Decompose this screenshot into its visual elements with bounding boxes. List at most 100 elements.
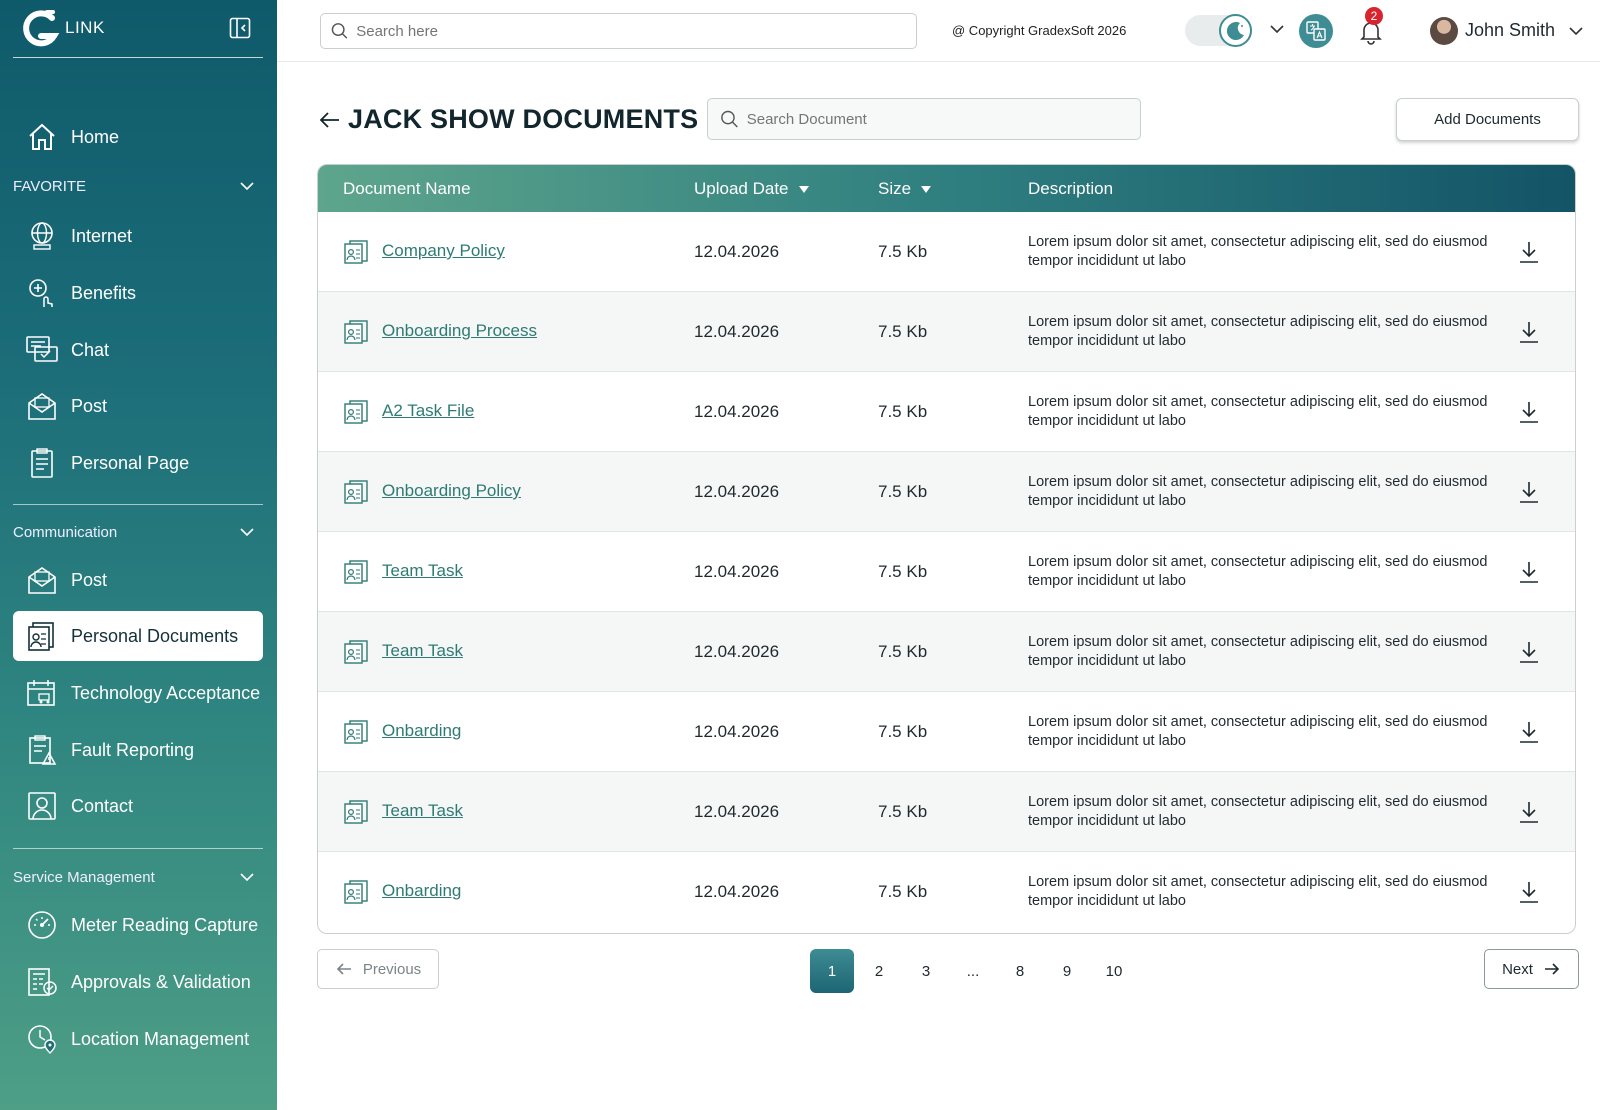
document-file-icon [343,559,369,585]
section-communication[interactable]: Communication [13,520,263,544]
document-name-link[interactable]: Onboarding Process [382,321,537,341]
description: Lorem ipsum dolor sit amet, consectetur … [1028,794,1488,829]
user-name[interactable]: John Smith [1465,20,1555,41]
document-search[interactable] [707,98,1141,140]
page-number-button[interactable]: 9 [1045,949,1089,993]
search-icon [721,110,738,128]
download-icon[interactable] [1517,399,1541,425]
upload-date: 12.04.2026 [694,882,780,901]
page-number-button[interactable]: 3 [904,949,948,993]
back-arrow-icon[interactable] [318,108,342,132]
file-size: 7.5 Kb [878,882,928,901]
sidebar-item-post[interactable]: Post [13,381,263,431]
sidebar-item-label: Fault Reporting [71,739,195,760]
column-label: Size [878,179,912,198]
sidebar-item-label: Chat [71,339,110,360]
page-number-button[interactable]: 8 [998,949,1042,993]
sidebar-item-location-management[interactable]: Location Management [13,1014,263,1064]
sidebar-item-chat[interactable]: Chat [13,325,263,375]
language-dropdown-chevron-icon[interactable] [1268,20,1286,38]
sidebar-item-label: Benefits [71,282,137,303]
download-icon[interactable] [1517,639,1541,665]
page-number-button[interactable]: 2 [857,949,901,993]
document-search-input[interactable] [746,110,1140,128]
home-icon [25,120,59,154]
sidebar-item-home[interactable]: Home [13,112,263,162]
download-icon[interactable] [1517,559,1541,585]
sidebar-item-label: Internet [71,225,133,246]
section-service-management[interactable]: Service Management [13,865,263,889]
sidebar-item-internet[interactable]: Internet [13,211,263,261]
add-documents-button[interactable]: Add Documents [1396,98,1579,141]
document-file-icon [343,719,369,745]
download-icon[interactable] [1517,719,1541,745]
download-icon[interactable] [1517,239,1541,265]
notification-badge: 2 [1365,7,1383,25]
table-row: Onboarding Policy 12.04.2026 7.5 Kb Lorem i… [318,452,1575,532]
next-label: Next [1502,960,1533,978]
document-file-icon [343,399,369,425]
column-header-description: Description [1028,179,1113,199]
document-name-link[interactable]: Team Task [382,641,463,661]
page-number-button[interactable]: 1 [810,949,854,993]
description: Lorem ipsum dolor sit amet, consectetur … [1028,874,1488,909]
document-file-icon [343,799,369,825]
clipboard-icon [25,446,59,480]
sidebar-item-label: Personal Documents [71,625,239,646]
copyright-text: @ Copyright GradexSoft 2026 [952,23,1127,38]
global-search[interactable] [320,13,917,49]
description: Lorem ipsum dolor sit amet, consectetur … [1028,394,1488,429]
document-name-link[interactable]: Onboarding Policy [382,481,521,501]
sidebar-item-meter-reading[interactable]: Meter Reading Capture [13,900,263,950]
document-name-link[interactable]: Company Policy [382,241,505,261]
download-icon[interactable] [1517,879,1541,905]
table-row: Onbarding 12.04.2026 7.5 Kb Lorem ipsum dol… [318,852,1575,932]
sidebar-item-post-2[interactable]: Post [13,555,263,605]
theme-toggle[interactable] [1185,14,1252,47]
document-name-link[interactable]: A2 Task File [382,401,474,421]
sidebar-item-contact[interactable]: Contact [13,781,263,831]
column-header-size[interactable]: Size [878,179,932,199]
sidebar-item-label: Home [71,126,120,147]
sort-caret-icon[interactable] [798,185,809,193]
document-name-link[interactable]: Team Task [382,801,463,821]
logo-row: LINK [13,0,263,58]
table-row: Team Task 12.04.2026 7.5 Kb Lorem ipsum dol… [318,772,1575,852]
sidebar-item-fault-reporting[interactable]: Fault Reporting [13,725,263,775]
column-header-upload-date[interactable]: Upload Date [694,179,809,199]
sidebar-item-personal-documents[interactable]: Personal Documents [13,611,263,661]
translate-icon[interactable] [1299,14,1333,48]
file-size: 7.5 Kb [878,562,928,581]
collapse-sidebar-icon[interactable] [229,17,251,39]
chevron-down-icon [240,182,254,191]
upload-date: 12.04.2026 [694,482,780,501]
column-label: Upload Date [694,179,789,198]
next-page-button[interactable]: Next [1484,949,1579,989]
download-icon[interactable] [1517,479,1541,505]
file-size: 7.5 Kb [878,722,928,741]
download-icon[interactable] [1517,319,1541,345]
page-number-button[interactable]: 10 [1092,949,1136,993]
chevron-down-icon[interactable] [1567,22,1585,40]
previous-page-button[interactable]: Previous [317,949,439,989]
calculator-check-icon [25,965,59,999]
document-name-link[interactable]: Team Task [382,561,463,581]
section-favorite[interactable]: FAVORITE [13,174,263,198]
sidebar-item-approvals[interactable]: Approvals & Validation [13,957,263,1007]
file-size: 7.5 Kb [878,322,928,341]
table-row: Team Task 12.04.2026 7.5 Kb Lorem ipsum dol… [318,532,1575,612]
sidebar-item-technology-acceptance[interactable]: Technology Acceptance [13,668,263,718]
document-name-link[interactable]: Onbarding [382,881,461,901]
download-icon[interactable] [1517,799,1541,825]
avatar[interactable] [1430,17,1458,45]
sort-caret-icon[interactable] [921,185,932,193]
gauge-icon [25,908,59,942]
description: Lorem ipsum dolor sit amet, consectetur … [1028,474,1488,509]
search-icon [331,23,348,39]
table-row: A2 Task File 12.04.2026 7.5 Kb Lorem ipsum … [318,372,1575,452]
description: Lorem ipsum dolor sit amet, consectetur … [1028,634,1488,669]
sidebar-item-personal-page[interactable]: Personal Page [13,438,263,488]
document-name-link[interactable]: Onbarding [382,721,461,741]
global-search-input[interactable] [356,22,916,40]
sidebar-item-benefits[interactable]: Benefits [13,268,263,318]
